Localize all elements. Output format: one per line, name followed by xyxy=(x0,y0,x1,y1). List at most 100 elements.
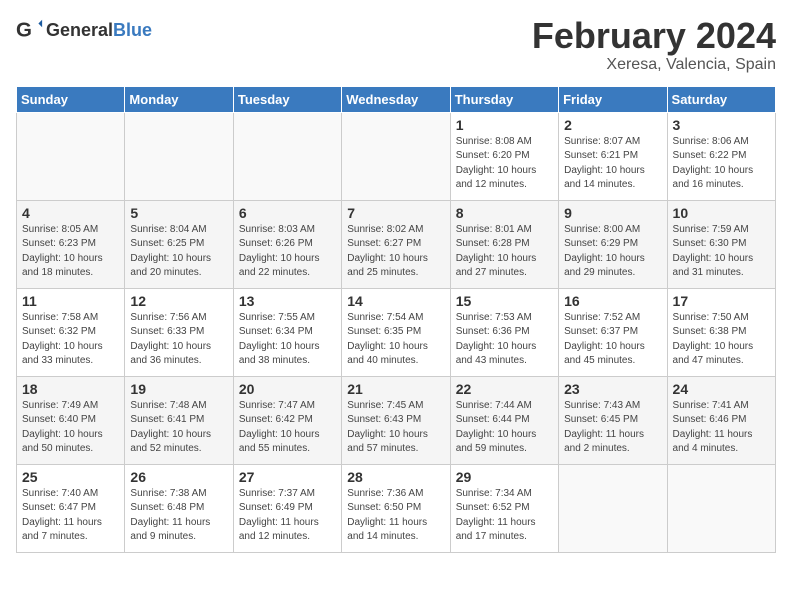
day-info: Sunrise: 7:52 AMSunset: 6:37 PMDaylight:… xyxy=(564,311,661,369)
calendar-week-2: 4 Sunrise: 8:05 AMSunset: 6:23 PMDaylight… xyxy=(17,200,776,288)
header: G GeneralBlue February 2024 Xeresa, Vale… xyxy=(16,16,776,74)
day-info: Sunrise: 7:54 AMSunset: 6:35 PMDaylight:… xyxy=(347,311,444,369)
header-wednesday: Wednesday xyxy=(342,86,450,112)
calendar-cell-w1-d2 xyxy=(125,112,233,200)
logo-text: GeneralBlue xyxy=(46,20,152,41)
calendar-cell-w2-d3: 6 Sunrise: 8:03 AMSunset: 6:26 PMDaylight… xyxy=(233,200,341,288)
day-info: Sunrise: 7:44 AMSunset: 6:44 PMDaylight:… xyxy=(456,399,553,457)
day-info: Sunrise: 7:38 AMSunset: 6:48 PMDaylight:… xyxy=(130,487,227,545)
day-info: Sunrise: 7:49 AMSunset: 6:40 PMDaylight:… xyxy=(22,399,119,457)
day-info: Sunrise: 7:43 AMSunset: 6:45 PMDaylight:… xyxy=(564,399,661,457)
day-number: 14 xyxy=(347,293,444,309)
day-info: Sunrise: 8:08 AMSunset: 6:20 PMDaylight:… xyxy=(456,135,553,193)
day-info: Sunrise: 7:41 AMSunset: 6:46 PMDaylight:… xyxy=(673,399,770,457)
header-sunday: Sunday xyxy=(17,86,125,112)
day-number: 23 xyxy=(564,381,661,397)
day-number: 20 xyxy=(239,381,336,397)
day-number: 17 xyxy=(673,293,770,309)
day-number: 12 xyxy=(130,293,227,309)
day-info: Sunrise: 8:01 AMSunset: 6:28 PMDaylight:… xyxy=(456,223,553,281)
day-info: Sunrise: 7:53 AMSunset: 6:36 PMDaylight:… xyxy=(456,311,553,369)
calendar-cell-w2-d7: 10Sunrise: 7:59 AMSunset: 6:30 PMDayligh… xyxy=(667,200,775,288)
day-number: 19 xyxy=(130,381,227,397)
day-info: Sunrise: 7:47 AMSunset: 6:42 PMDaylight:… xyxy=(239,399,336,457)
calendar-cell-w1-d3 xyxy=(233,112,341,200)
calendar-cell-w2-d4: 7 Sunrise: 8:02 AMSunset: 6:27 PMDaylight… xyxy=(342,200,450,288)
calendar-cell-w3-d3: 13Sunrise: 7:55 AMSunset: 6:34 PMDayligh… xyxy=(233,288,341,376)
calendar-cell-w5-d4: 28 Sunrise: 7:36 AMSunset: 6:50 PMDayligh… xyxy=(342,464,450,552)
logo-general: General xyxy=(46,20,113,40)
page-container: G GeneralBlue February 2024 Xeresa, Vale… xyxy=(16,16,776,553)
calendar-week-1: 1 Sunrise: 8:08 AMSunset: 6:20 PMDaylight… xyxy=(17,112,776,200)
calendar-week-3: 11 Sunrise: 7:58 AMSunset: 6:32 PMDayligh… xyxy=(17,288,776,376)
day-number: 4 xyxy=(22,205,119,221)
weekday-header-row: Sunday Monday Tuesday Wednesday Thursday… xyxy=(17,86,776,112)
day-number: 7 xyxy=(347,205,444,221)
logo-blue: Blue xyxy=(113,20,152,40)
calendar-cell-w5-d7 xyxy=(667,464,775,552)
day-info: Sunrise: 8:07 AMSunset: 6:21 PMDaylight:… xyxy=(564,135,661,193)
calendar-cell-w4-d4: 21 Sunrise: 7:45 AMSunset: 6:43 PMDayligh… xyxy=(342,376,450,464)
calendar-cell-w3-d6: 16 Sunrise: 7:52 AMSunset: 6:37 PMDayligh… xyxy=(559,288,667,376)
calendar-cell-w5-d3: 27Sunrise: 7:37 AMSunset: 6:49 PMDayligh… xyxy=(233,464,341,552)
calendar-cell-w3-d1: 11 Sunrise: 7:58 AMSunset: 6:32 PMDayligh… xyxy=(17,288,125,376)
day-info: Sunrise: 7:58 AMSunset: 6:32 PMDaylight:… xyxy=(22,311,119,369)
day-number: 18 xyxy=(22,381,119,397)
header-thursday: Thursday xyxy=(450,86,558,112)
day-number: 26 xyxy=(130,469,227,485)
header-saturday: Saturday xyxy=(667,86,775,112)
calendar-cell-w4-d7: 24 Sunrise: 7:41 AMSunset: 6:46 PMDayligh… xyxy=(667,376,775,464)
calendar-cell-w4-d1: 18 Sunrise: 7:49 AMSunset: 6:40 PMDayligh… xyxy=(17,376,125,464)
day-number: 29 xyxy=(456,469,553,485)
calendar-cell-w3-d7: 17 Sunrise: 7:50 AMSunset: 6:38 PMDayligh… xyxy=(667,288,775,376)
calendar-cell-w4-d6: 23 Sunrise: 7:43 AMSunset: 6:45 PMDayligh… xyxy=(559,376,667,464)
svg-text:G: G xyxy=(16,19,32,42)
logo: G GeneralBlue xyxy=(16,16,152,44)
day-number: 22 xyxy=(456,381,553,397)
day-info: Sunrise: 7:55 AMSunset: 6:34 PMDaylight:… xyxy=(239,311,336,369)
day-info: Sunrise: 8:00 AMSunset: 6:29 PMDaylight:… xyxy=(564,223,661,281)
day-number: 15 xyxy=(456,293,553,309)
day-number: 3 xyxy=(673,117,770,133)
day-number: 5 xyxy=(130,205,227,221)
day-info: Sunrise: 7:34 AMSunset: 6:52 PMDaylight:… xyxy=(456,487,553,545)
calendar-week-5: 25Sunrise: 7:40 AMSunset: 6:47 PMDayligh… xyxy=(17,464,776,552)
day-number: 1 xyxy=(456,117,553,133)
calendar-cell-w4-d3: 20 Sunrise: 7:47 AMSunset: 6:42 PMDayligh… xyxy=(233,376,341,464)
day-number: 24 xyxy=(673,381,770,397)
header-monday: Monday xyxy=(125,86,233,112)
calendar-cell-w2-d6: 9 Sunrise: 8:00 AMSunset: 6:29 PMDaylight… xyxy=(559,200,667,288)
day-number: 28 xyxy=(347,469,444,485)
day-number: 11 xyxy=(22,293,119,309)
calendar-cell-w1-d5: 1 Sunrise: 8:08 AMSunset: 6:20 PMDaylight… xyxy=(450,112,558,200)
calendar-cell-w3-d2: 12 Sunrise: 7:56 AMSunset: 6:33 PMDayligh… xyxy=(125,288,233,376)
calendar-cell-w4-d5: 22 Sunrise: 7:44 AMSunset: 6:44 PMDayligh… xyxy=(450,376,558,464)
logo-icon: G xyxy=(16,16,44,44)
day-info: Sunrise: 7:36 AMSunset: 6:50 PMDaylight:… xyxy=(347,487,444,545)
day-number: 2 xyxy=(564,117,661,133)
day-number: 21 xyxy=(347,381,444,397)
day-info: Sunrise: 8:02 AMSunset: 6:27 PMDaylight:… xyxy=(347,223,444,281)
calendar-cell-w4-d2: 19Sunrise: 7:48 AMSunset: 6:41 PMDayligh… xyxy=(125,376,233,464)
day-info: Sunrise: 7:50 AMSunset: 6:38 PMDaylight:… xyxy=(673,311,770,369)
day-info: Sunrise: 8:03 AMSunset: 6:26 PMDaylight:… xyxy=(239,223,336,281)
calendar-cell-w3-d5: 15 Sunrise: 7:53 AMSunset: 6:36 PMDayligh… xyxy=(450,288,558,376)
calendar-cell-w5-d2: 26 Sunrise: 7:38 AMSunset: 6:48 PMDayligh… xyxy=(125,464,233,552)
calendar-cell-w5-d5: 29 Sunrise: 7:34 AMSunset: 6:52 PMDayligh… xyxy=(450,464,558,552)
day-number: 16 xyxy=(564,293,661,309)
calendar-cell-w1-d1 xyxy=(17,112,125,200)
day-info: Sunrise: 7:37 AMSunset: 6:49 PMDaylight:… xyxy=(239,487,336,545)
calendar-subtitle: Xeresa, Valencia, Spain xyxy=(532,56,776,74)
day-number: 8 xyxy=(456,205,553,221)
day-number: 25 xyxy=(22,469,119,485)
calendar-cell-w2-d1: 4 Sunrise: 8:05 AMSunset: 6:23 PMDaylight… xyxy=(17,200,125,288)
day-info: Sunrise: 7:45 AMSunset: 6:43 PMDaylight:… xyxy=(347,399,444,457)
day-number: 9 xyxy=(564,205,661,221)
calendar-table: Sunday Monday Tuesday Wednesday Thursday… xyxy=(16,86,776,553)
calendar-cell-w2-d2: 5Sunrise: 8:04 AMSunset: 6:25 PMDaylight… xyxy=(125,200,233,288)
header-friday: Friday xyxy=(559,86,667,112)
day-number: 6 xyxy=(239,205,336,221)
day-info: Sunrise: 8:05 AMSunset: 6:23 PMDaylight:… xyxy=(22,223,119,281)
calendar-cell-w3-d4: 14 Sunrise: 7:54 AMSunset: 6:35 PMDayligh… xyxy=(342,288,450,376)
day-info: Sunrise: 7:56 AMSunset: 6:33 PMDaylight:… xyxy=(130,311,227,369)
